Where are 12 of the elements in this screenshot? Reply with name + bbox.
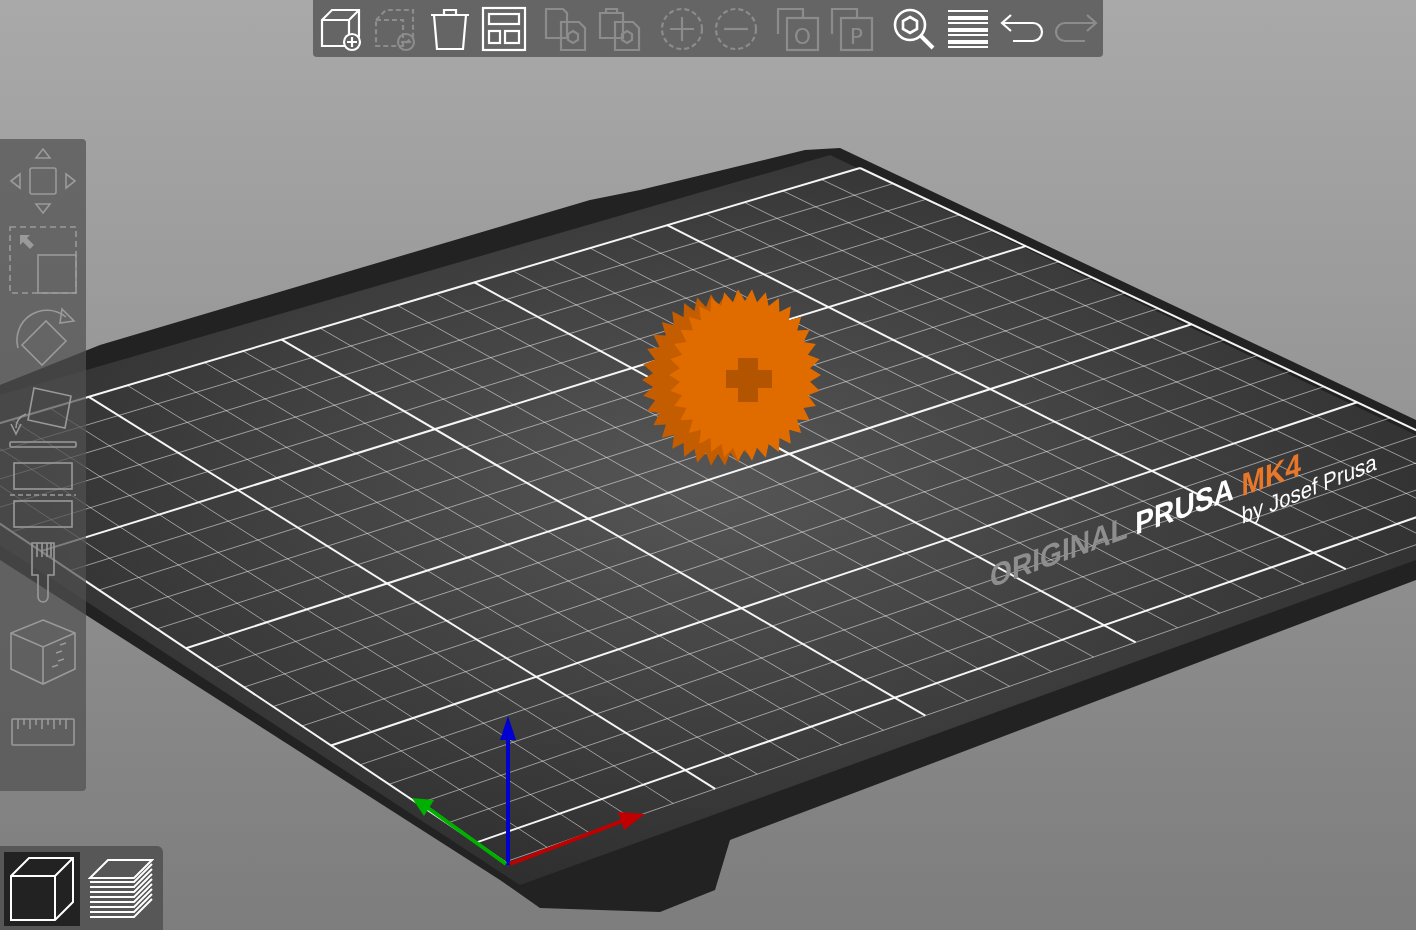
cube-icon	[8, 617, 78, 688]
plus-circle-icon	[659, 5, 705, 52]
cut-icon	[8, 460, 78, 531]
toolbar-button[interactable]	[481, 4, 527, 53]
scale-icon	[8, 224, 78, 295]
cube-icon	[8, 856, 75, 922]
view-tab[interactable]	[4, 852, 80, 926]
clipboard-icon	[597, 5, 643, 52]
move-icon	[8, 146, 78, 216]
copy-icon	[543, 5, 589, 52]
arrange-icon	[481, 5, 527, 52]
minus-circle-icon	[713, 5, 759, 52]
